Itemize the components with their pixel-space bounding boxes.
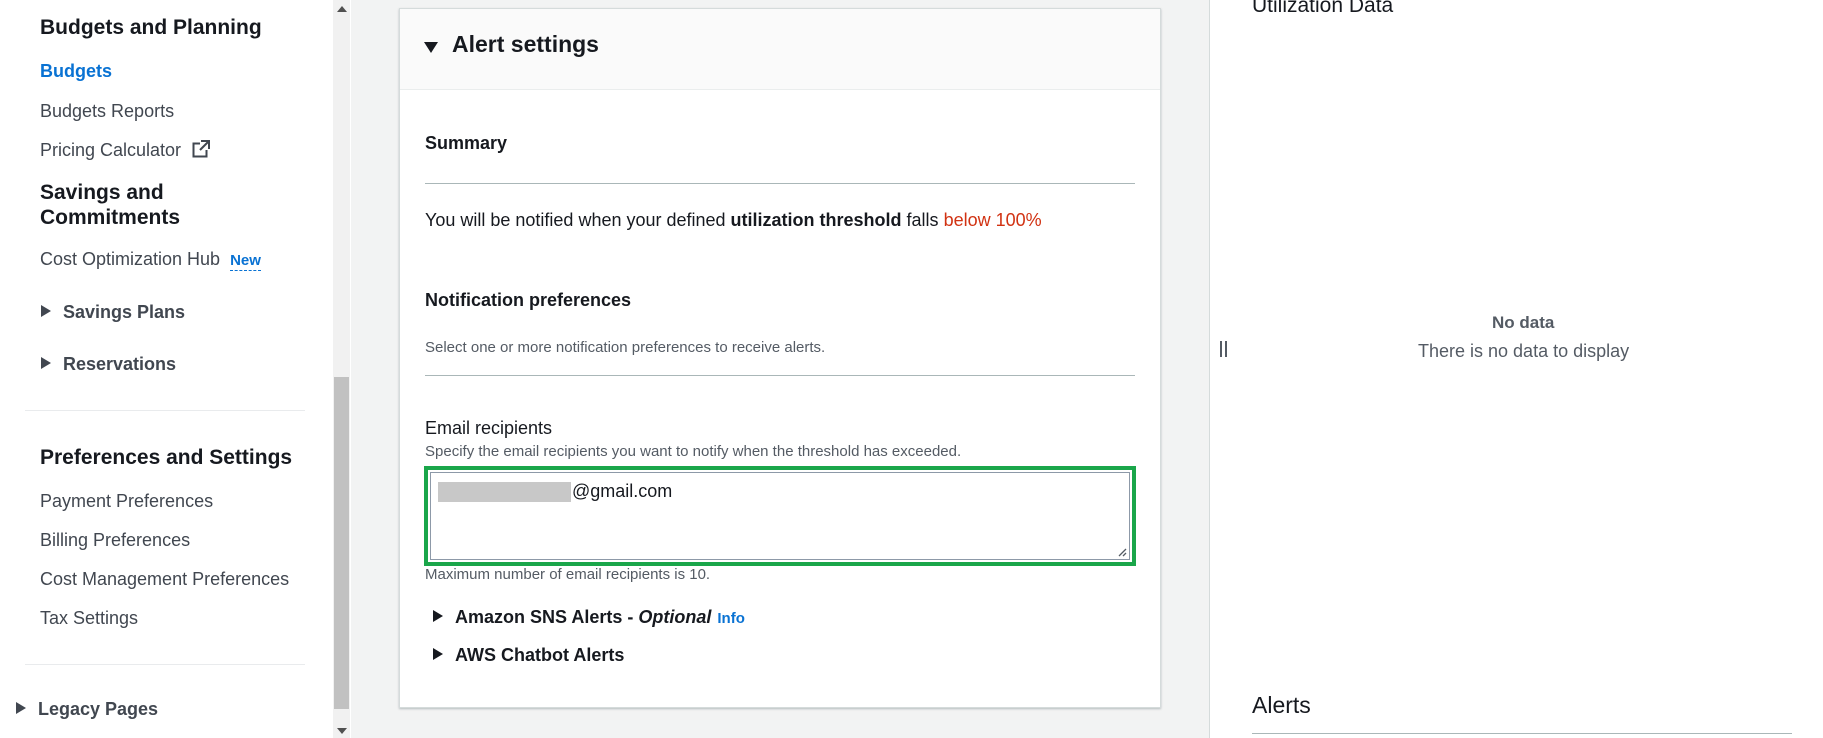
caret-right-icon bbox=[41, 305, 51, 317]
utilization-data-title: Utilization Data bbox=[1252, 0, 1394, 17]
email-recipients-textarea[interactable]: @gmail.com bbox=[430, 472, 1130, 560]
scroll-down-arrow-icon[interactable] bbox=[337, 728, 347, 734]
sidebar-item-billing-preferences[interactable]: Billing Preferences bbox=[40, 529, 190, 551]
email-recipients-constraint: Maximum number of email recipients is 10… bbox=[425, 566, 711, 583]
sns-alerts-label: Amazon SNS Alerts - bbox=[455, 607, 639, 627]
preferences-and-settings-heading: Preferences and Settings bbox=[40, 446, 293, 469]
sidebar-item-reservations[interactable]: Reservations bbox=[41, 353, 176, 375]
email-recipients-description: Specify the email recipients you want to… bbox=[425, 443, 962, 460]
scroll-up-arrow-icon[interactable] bbox=[337, 6, 347, 12]
new-badge[interactable]: New bbox=[230, 252, 261, 271]
redacted-email-username bbox=[438, 482, 571, 502]
summary-text: You will be notified when your defined u… bbox=[425, 210, 1042, 231]
sidebar-item-budgets[interactable]: Budgets bbox=[40, 60, 112, 82]
alert-settings-panel: Alert settings Summary You will be notif… bbox=[399, 8, 1161, 708]
alert-settings-header[interactable]: Alert settings bbox=[400, 9, 1160, 90]
savings-plans-label: Savings Plans bbox=[63, 302, 186, 322]
reservations-label: Reservations bbox=[63, 354, 177, 374]
summary-threshold-label: utilization threshold bbox=[730, 210, 902, 230]
panel-resize-handle-icon[interactable] bbox=[1220, 341, 1230, 357]
panel-divider bbox=[1209, 0, 1210, 738]
sidebar-scrollbar[interactable] bbox=[333, 0, 350, 738]
legacy-pages-label: Legacy Pages bbox=[38, 699, 159, 719]
summary-divider bbox=[425, 183, 1135, 184]
sidebar-divider bbox=[25, 664, 305, 665]
summary-threshold-value: below 100% bbox=[943, 210, 1042, 230]
cost-optimization-hub-label: Cost Optimization Hub bbox=[40, 249, 221, 269]
sidebar: Budgets and Planning Budgets Budgets Rep… bbox=[0, 0, 332, 738]
sidebar-divider bbox=[25, 410, 305, 411]
summary-prefix: You will be notified when your defined bbox=[425, 210, 731, 230]
notification-preferences-title: Notification preferences bbox=[425, 290, 632, 310]
scrollbar-thumb[interactable] bbox=[334, 377, 349, 709]
chatbot-alerts-label: AWS Chatbot Alerts bbox=[455, 645, 625, 665]
caret-right-icon bbox=[433, 648, 443, 660]
no-data-title: No data bbox=[1492, 313, 1555, 332]
summary-title: Summary bbox=[425, 133, 508, 153]
email-recipient-value: @gmail.com bbox=[572, 481, 673, 501]
summary-middle: falls bbox=[901, 210, 944, 230]
email-recipients-input[interactable]: @gmail.com bbox=[424, 466, 1136, 566]
email-recipients-label: Email recipients bbox=[425, 418, 553, 438]
no-data-description: There is no data to display bbox=[1418, 341, 1630, 361]
savings-and-commitments-heading-line-2: Commitments bbox=[40, 206, 181, 229]
alerts-divider bbox=[1252, 733, 1792, 734]
sidebar-item-legacy-pages[interactable]: Legacy Pages bbox=[16, 698, 158, 720]
savings-and-commitments-heading-line-1: Savings and bbox=[40, 181, 164, 204]
sidebar-item-payment-preferences[interactable]: Payment Preferences bbox=[40, 490, 213, 512]
external-link-icon bbox=[192, 140, 211, 158]
caret-right-icon bbox=[41, 357, 51, 369]
caret-right-icon bbox=[16, 702, 26, 714]
right-panel bbox=[1210, 0, 1823, 738]
budgets-and-planning-heading: Budgets and Planning bbox=[40, 16, 262, 39]
sidebar-item-budgets-reports[interactable]: Budgets Reports bbox=[40, 100, 174, 122]
alerts-title: Alerts bbox=[1252, 692, 1311, 718]
sns-optional-label: Optional bbox=[638, 607, 712, 627]
alert-settings-title: Alert settings bbox=[452, 31, 599, 57]
notification-divider bbox=[425, 375, 1135, 376]
sidebar-item-cost-optimization-hub[interactable]: Cost Optimization Hub New bbox=[40, 248, 261, 272]
sns-info-link[interactable]: Info bbox=[717, 610, 745, 627]
pricing-calculator-label: Pricing Calculator bbox=[40, 140, 182, 160]
aws-chatbot-alerts-expander[interactable]: AWS Chatbot Alerts bbox=[433, 645, 624, 666]
sidebar-item-pricing-calculator[interactable]: Pricing Calculator bbox=[40, 139, 211, 161]
notification-preferences-description: Select one or more notification preferen… bbox=[425, 339, 826, 356]
caret-down-icon bbox=[424, 42, 438, 53]
amazon-sns-alerts-expander[interactable]: Amazon SNS Alerts - Optional Info bbox=[433, 607, 745, 628]
caret-right-icon bbox=[433, 610, 443, 622]
sidebar-item-cost-management-preferences[interactable]: Cost Management Preferences bbox=[40, 568, 289, 590]
sidebar-item-tax-settings[interactable]: Tax Settings bbox=[40, 607, 138, 629]
resize-handle-icon[interactable] bbox=[1117, 547, 1127, 557]
sidebar-item-savings-plans[interactable]: Savings Plans bbox=[41, 301, 185, 323]
